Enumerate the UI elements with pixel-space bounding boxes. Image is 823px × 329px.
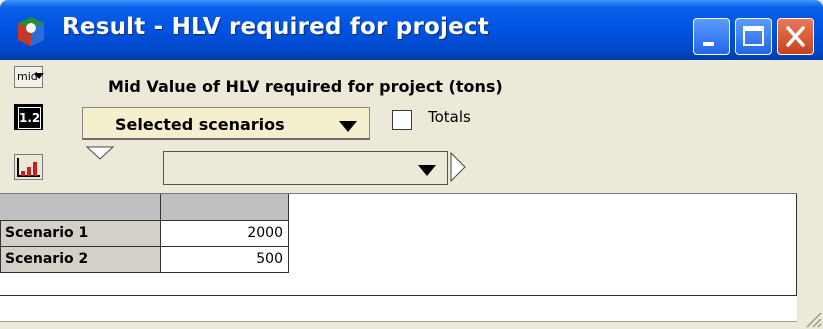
- number-format-icon: 1.2: [18, 107, 41, 129]
- chevron-down-icon: [418, 165, 436, 176]
- close-icon: [786, 26, 805, 47]
- maximize-button[interactable]: [735, 18, 772, 55]
- analytica-app-icon: [18, 17, 44, 46]
- minimize-icon: [703, 42, 714, 46]
- index-selector-label: Selected scenarios: [115, 115, 285, 134]
- row-header: Scenario 2: [0, 247, 161, 273]
- chevron-down-icon: [339, 121, 357, 132]
- window-title: Result - HLV required for project: [62, 14, 489, 40]
- pivot-down-icon[interactable]: [86, 146, 114, 160]
- bar-chart-icon: [17, 158, 40, 177]
- column-header-cell: [161, 194, 289, 221]
- title-bar[interactable]: Result - HLV required for project: [0, 0, 823, 60]
- horizontal-scrollbar[interactable]: [0, 295, 797, 322]
- chevron-down-icon: [34, 73, 44, 79]
- pivot-right-icon[interactable]: [450, 152, 466, 182]
- maximize-icon: [743, 26, 764, 46]
- cell-value: 2000: [247, 225, 283, 241]
- row-header-label: Scenario 1: [5, 225, 89, 241]
- row-header-label: Scenario 2: [5, 251, 89, 267]
- mid-value-menu[interactable]: mid: [14, 66, 44, 88]
- table-corner-cell: [0, 194, 161, 221]
- row-index-dropdown[interactable]: [163, 151, 448, 185]
- totals-checkbox[interactable]: [392, 110, 412, 130]
- result-table: Scenario 1 2000 Scenario 2 500: [0, 193, 797, 298]
- totals-label: Totals: [428, 108, 471, 126]
- table-cell[interactable]: 500: [161, 247, 289, 273]
- result-title: Mid Value of HLV required for project (t…: [108, 77, 503, 96]
- graph-view-button[interactable]: [14, 154, 43, 180]
- table-right-border: [796, 194, 797, 298]
- index-selector-dropdown[interactable]: Selected scenarios: [82, 107, 370, 140]
- table-cell[interactable]: 2000: [161, 221, 289, 247]
- minimize-button[interactable]: [693, 18, 730, 55]
- resize-grip-icon[interactable]: [797, 295, 823, 329]
- cell-value: 500: [256, 251, 283, 267]
- close-button[interactable]: [777, 18, 814, 55]
- result-window: Result - HLV required for project mid 1.…: [0, 0, 823, 329]
- row-header: Scenario 1: [0, 221, 161, 247]
- table-view-button[interactable]: 1.2: [14, 104, 43, 130]
